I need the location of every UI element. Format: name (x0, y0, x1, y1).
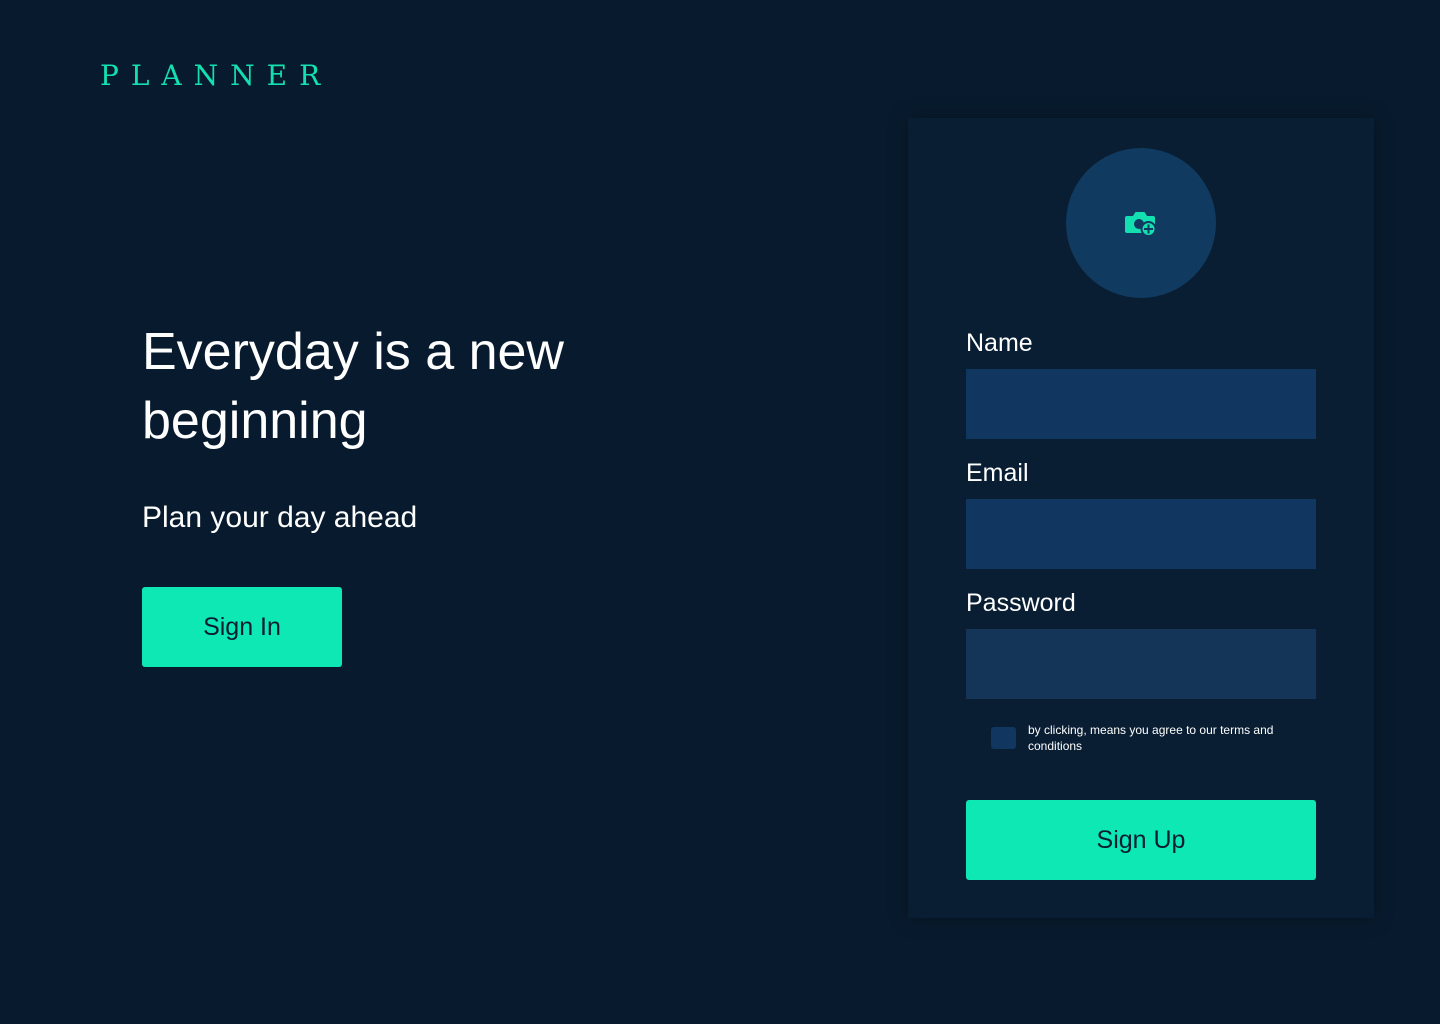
name-field[interactable] (966, 369, 1316, 439)
hero-title: Everyday is a new beginning (142, 323, 564, 450)
email-label: Email (966, 459, 1029, 487)
sign-in-button[interactable]: Sign In (142, 587, 342, 667)
sign-up-button[interactable]: Sign Up (966, 800, 1316, 880)
signup-page: PLANNER Everyday is a new beginning Plan… (0, 0, 1440, 1024)
avatar-upload[interactable] (1066, 148, 1216, 298)
camera-add-icon (1124, 208, 1158, 238)
signup-card: Name Email Password by clicking, means y… (908, 118, 1374, 918)
password-label: Password (966, 589, 1076, 617)
terms-checkbox[interactable] (991, 727, 1016, 749)
hero-section: Everyday is a new beginning Plan your da… (142, 318, 662, 536)
name-label: Name (966, 329, 1033, 357)
password-field[interactable] (966, 629, 1316, 699)
terms-row: by clicking, means you agree to our term… (991, 722, 1311, 754)
hero-subtitle: Plan your day ahead (142, 501, 418, 534)
terms-text: by clicking, means you agree to our term… (1028, 723, 1274, 753)
email-field[interactable] (966, 499, 1316, 569)
app-logo: PLANNER (100, 59, 333, 92)
